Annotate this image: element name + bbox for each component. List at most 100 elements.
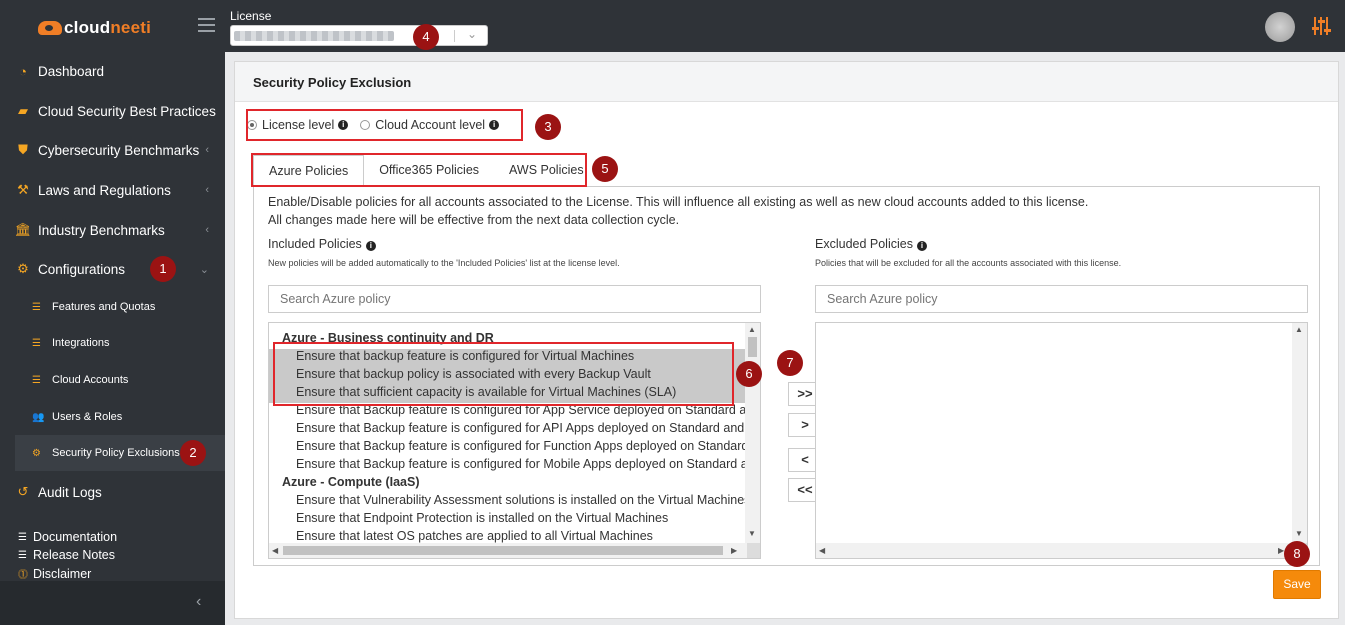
included-policies-heading: Included Policies i <box>268 237 376 251</box>
included-search-input[interactable] <box>268 285 761 313</box>
sidebar-item-label: Laws and Regulations <box>38 182 171 198</box>
annotation-box-level <box>246 109 523 141</box>
info-icon[interactable]: i <box>365 241 376 251</box>
page-title: Security Policy Exclusion <box>235 62 1338 102</box>
annotation-badge: 7 <box>777 350 803 376</box>
cloud-logo-icon <box>38 21 62 35</box>
shield-icon: ⛊ <box>18 142 28 157</box>
scroll-down-icon[interactable]: ▼ <box>1295 529 1303 538</box>
chevron-down-icon: ⌄ <box>199 263 209 276</box>
annotation-box-selection <box>273 342 734 406</box>
sliders-icon[interactable] <box>1311 15 1331 37</box>
chevron-down-icon: ⌄ <box>466 27 477 41</box>
save-button[interactable]: Save <box>1273 570 1321 599</box>
sidebar-subitem-features-and-quotas[interactable]: ☰ Features and Quotas <box>0 289 225 325</box>
annotation-badge: 5 <box>592 156 618 182</box>
scroll-left-icon[interactable]: ◀ <box>819 546 825 555</box>
annotation-badge: 3 <box>535 114 561 140</box>
excluded-policies-note: Policies that will be excluded for all t… <box>815 258 1122 268</box>
sidebar-item-cloud-security-best-practices[interactable]: ▰ Cloud Security Best Practices <box>0 93 225 129</box>
excluded-policies-listbox[interactable]: ▲ ▼ ◀ ▶ <box>815 322 1308 559</box>
history-icon: ↺ <box>17 484 29 499</box>
sidebar-item-laws-and-regulations[interactable]: ⚒ Laws and Regulations ‹ <box>0 172 225 208</box>
chevron-left-icon: ‹ <box>205 184 209 196</box>
chevron-left-icon: ‹ <box>205 144 209 156</box>
sidebar-subitem-users-roles[interactable]: 👥 Users & Roles <box>0 399 225 435</box>
topbar: License ⌄ <box>225 0 1345 52</box>
vertical-scrollbar[interactable]: ▲ ▼ <box>745 323 760 545</box>
gear-icon: ⚙ <box>17 261 29 276</box>
list-icon: ☰ <box>32 374 41 386</box>
annotation-badge: 4 <box>413 24 439 50</box>
policy-group-header: Azure - Compute (IaaS) <box>282 475 420 489</box>
sidebar-item-dashboard[interactable]: ◔ Dashboard <box>0 53 225 89</box>
sidebar-item-label: Industry Benchmarks <box>38 222 165 238</box>
documentation-link[interactable]: ☰ Documentation <box>18 530 117 544</box>
hamburger-menu-icon[interactable] <box>198 18 215 32</box>
list-icon: ☰ <box>32 337 41 349</box>
scroll-right-icon[interactable]: ▶ <box>731 546 737 555</box>
sidebar-item-label: Audit Logs <box>38 484 102 500</box>
sidebar-subitem-cloud-accounts[interactable]: ☰ Cloud Accounts <box>0 362 225 398</box>
documentation-label: Documentation <box>33 530 118 544</box>
sidebar-subitem-label: Cloud Accounts <box>52 374 129 386</box>
release-notes-label: Release Notes <box>33 548 115 562</box>
scroll-up-icon[interactable]: ▲ <box>748 325 756 334</box>
list-icon: ☰ <box>18 531 27 543</box>
chevron-left-icon: ‹ <box>196 593 202 610</box>
scroll-down-icon[interactable]: ▼ <box>748 529 756 538</box>
horizontal-scrollbar[interactable]: ◀ ▶ <box>269 543 760 558</box>
release-notes-link[interactable]: ☰ Release Notes <box>18 548 115 562</box>
description-line: Enable/Disable policies for all accounts… <box>268 195 1089 209</box>
annotation-badge: 8 <box>1284 541 1310 567</box>
vertical-scrollbar[interactable]: ▲ ▼ <box>1292 323 1307 545</box>
excluded-policies-heading: Excluded Policies i <box>815 237 927 251</box>
sidebar: cloudneeti ◔ Dashboard ▰ Cloud Security … <box>0 0 225 625</box>
avatar[interactable] <box>1265 12 1295 42</box>
annotation-badge: 1 <box>150 256 176 282</box>
logo-text-accent: neeti <box>110 18 152 37</box>
sidebar-item-configurations[interactable]: ⚙ Configurations ⌄ <box>0 251 225 287</box>
sidebar-item-label: Cybersecurity Benchmarks <box>38 142 200 158</box>
policy-option[interactable]: Ensure that Backup feature is configured… <box>269 421 747 439</box>
cloudneeti-logo[interactable]: cloudneeti <box>38 14 151 42</box>
excluded-search-input[interactable] <box>815 285 1308 313</box>
briefcase-icon: ▰ <box>18 103 28 118</box>
logo-text-prefix: cloud <box>64 18 111 37</box>
disclaimer-link[interactable]: ⓵ Disclaimer <box>18 566 92 582</box>
annotation-badge: 6 <box>736 361 762 387</box>
annotation-badge: 2 <box>180 440 206 466</box>
info-icon[interactable]: i <box>916 241 927 251</box>
scroll-up-icon[interactable]: ▲ <box>1295 325 1303 334</box>
sidebar-item-audit-logs[interactable]: ↺ Audit Logs <box>0 474 225 510</box>
horizontal-scrollbar[interactable]: ◀ ▶ <box>816 543 1307 558</box>
policy-option[interactable]: Ensure that Vulnerability Assessment sol… <box>269 493 747 511</box>
description: Enable/Disable policies for all accounts… <box>268 193 1088 229</box>
disclaimer-label: Disclaimer <box>33 566 92 581</box>
sidebar-subitem-label: Features and Quotas <box>52 301 156 313</box>
policy-option[interactable]: Ensure that Endpoint Protection is insta… <box>269 511 747 529</box>
sidebar-item-industry-benchmarks[interactable]: 🏛 Industry Benchmarks ‹ <box>0 212 225 248</box>
policy-option[interactable]: Ensure that Backup feature is configured… <box>269 457 747 475</box>
sidebar-collapse-button[interactable]: ‹ <box>0 581 225 625</box>
list-icon: ☰ <box>18 549 27 561</box>
license-label: License <box>230 9 272 23</box>
scroll-left-icon[interactable]: ◀ <box>272 546 278 555</box>
warning-icon: ⓵ <box>18 570 28 581</box>
sidebar-item-label: Cloud Security Best Practices <box>38 103 216 119</box>
excluded-policies-label: Excluded Policies <box>815 237 913 251</box>
list-icon: ☰ <box>32 301 41 313</box>
included-policies-label: Included Policies <box>268 237 362 251</box>
sidebar-subitem-label: Users & Roles <box>52 411 123 423</box>
policy-option[interactable]: Ensure that Backup feature is configured… <box>269 439 747 457</box>
sidebar-item-label: Dashboard <box>38 63 105 79</box>
dashboard-icon: ◔ <box>19 63 27 79</box>
bank-icon: 🏛 <box>14 222 32 237</box>
sidebar-item-cybersecurity-benchmarks[interactable]: ⛊ Cybersecurity Benchmarks ‹ <box>0 132 225 168</box>
sidebar-subitem-integrations[interactable]: ☰ Integrations <box>0 325 225 361</box>
cogs-icon: ⚙ <box>32 447 41 459</box>
included-policies-note: New policies will be added automatically… <box>268 258 620 268</box>
license-select[interactable]: ⌄ <box>230 25 488 46</box>
license-value-redacted <box>234 31 394 41</box>
users-icon: 👥 <box>32 411 45 423</box>
